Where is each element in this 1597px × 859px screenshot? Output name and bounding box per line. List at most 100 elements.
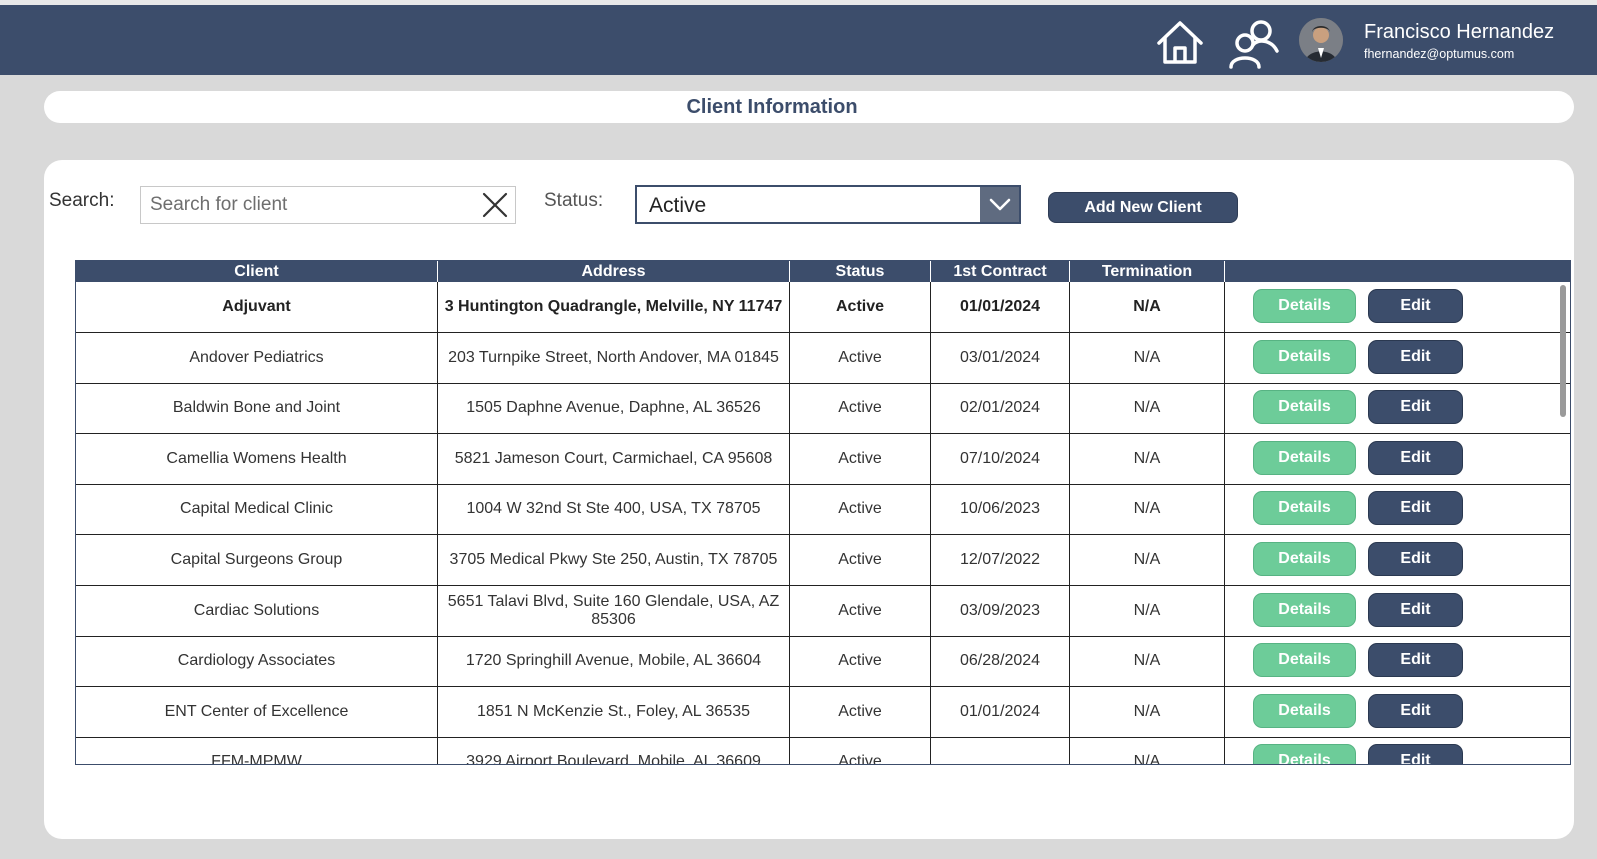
edit-button[interactable]: Edit <box>1368 491 1463 526</box>
cell-client: Capital Medical Clinic <box>76 484 438 535</box>
edit-button[interactable]: Edit <box>1368 440 1463 475</box>
cell-status: Active <box>790 383 931 434</box>
table-row[interactable]: Capital Surgeons Group 3705 Medical Pkwy … <box>76 535 1570 586</box>
cell-client: Adjuvant <box>76 282 438 332</box>
cell-1st-contract: 07/10/2024 <box>931 433 1070 484</box>
details-button[interactable]: Details <box>1253 693 1356 728</box>
table-row[interactable]: Baldwin Bone and Joint 1505 Daphne Avenue… <box>76 383 1570 435</box>
table-header: Client Address Status 1st Contract Termi… <box>76 261 1570 282</box>
table-row[interactable]: Capital Medical Clinic 1004 W 32nd St Ste… <box>76 484 1570 536</box>
cell-client: Cardiology Associates <box>76 636 438 687</box>
cell-1st-contract: 03/01/2024 <box>931 332 1070 383</box>
cell-status: Active <box>790 332 931 383</box>
cell-address: 203 Turnpike Street, North Andover, MA 0… <box>438 332 790 383</box>
table-row[interactable]: Adjuvant 3 Huntington Quadrangle, Melvill… <box>76 282 1570 333</box>
cell-1st-contract: 03/09/2023 <box>931 585 1070 636</box>
cell-termination: N/A <box>1070 383 1225 434</box>
table-row[interactable]: Cardiology Associates 1720 Springhill Ave… <box>76 636 1570 688</box>
cell-1st-contract: 10/06/2023 <box>931 484 1070 535</box>
close-icon[interactable] <box>481 191 509 224</box>
cell-1st-contract: 01/01/2024 <box>931 686 1070 737</box>
page-title: Client Information <box>686 96 858 118</box>
table-row[interactable]: Camellia Womens Health 5821 Jameson Court… <box>76 433 1570 485</box>
chevron-down-icon[interactable] <box>980 187 1019 222</box>
details-button[interactable]: Details <box>1253 491 1356 526</box>
cell-client: Camellia Womens Health <box>76 433 438 484</box>
edit-button[interactable]: Edit <box>1368 592 1463 627</box>
cell-client: ENT Center of Excellence <box>76 686 438 737</box>
search-label: Search: <box>49 190 115 211</box>
cell-status: Active <box>790 737 931 764</box>
edit-button[interactable]: Edit <box>1368 643 1463 678</box>
cell-status: Active <box>790 686 931 737</box>
cell-address: 1505 Daphne Avenue, Daphne, AL 36526 <box>438 383 790 434</box>
column-header-address[interactable]: Address <box>438 261 790 282</box>
cell-client: FFM-MPMW <box>76 737 438 764</box>
cell-termination: N/A <box>1070 535 1225 585</box>
table-row[interactable]: Andover Pediatrics 203 Turnpike Street, N… <box>76 332 1570 384</box>
cell-termination: N/A <box>1070 585 1225 636</box>
column-header-termination[interactable]: Termination <box>1070 261 1225 282</box>
status-dropdown[interactable]: Active <box>635 185 1021 224</box>
users-icon[interactable] <box>1227 19 1279 74</box>
cell-client: Cardiac Solutions <box>76 585 438 636</box>
cell-client: Capital Surgeons Group <box>76 535 438 585</box>
cell-address: 5821 Jameson Court, Carmichael, CA 95608 <box>438 433 790 484</box>
user-email: fhernandez@optumus.com <box>1364 47 1515 61</box>
cell-termination: N/A <box>1070 737 1225 764</box>
add-new-client-button[interactable]: Add New Client <box>1048 192 1238 223</box>
cell-1st-contract: 01/01/2024 <box>931 282 1070 332</box>
column-header-actions <box>1225 261 1570 282</box>
cell-1st-contract: 02/01/2024 <box>931 383 1070 434</box>
column-header-client[interactable]: Client <box>76 261 438 282</box>
cell-termination: N/A <box>1070 686 1225 737</box>
details-button[interactable]: Details <box>1253 289 1356 323</box>
cell-1st-contract <box>931 737 1070 764</box>
title-bar: Client Information <box>44 91 1574 123</box>
details-button[interactable]: Details <box>1253 744 1356 764</box>
table-row[interactable]: Cardiac Solutions 5651 Talavi Blvd, Suite… <box>76 585 1570 637</box>
search-box <box>140 186 516 224</box>
cell-address: 1851 N McKenzie St., Foley, AL 36535 <box>438 686 790 737</box>
cell-address: 3705 Medical Pkwy Ste 250, Austin, TX 78… <box>438 535 790 585</box>
avatar[interactable] <box>1299 18 1343 62</box>
cell-client: Baldwin Bone and Joint <box>76 383 438 434</box>
cell-address: 1004 W 32nd St Ste 400, USA, TX 78705 <box>438 484 790 535</box>
edit-button[interactable]: Edit <box>1368 542 1463 576</box>
cell-status: Active <box>790 636 931 687</box>
details-button[interactable]: Details <box>1253 592 1356 627</box>
column-header-status[interactable]: Status <box>790 261 931 282</box>
status-selected-value: Active <box>649 194 707 217</box>
search-input[interactable] <box>141 187 461 223</box>
cell-termination: N/A <box>1070 636 1225 687</box>
scrollbar-thumb[interactable] <box>1560 285 1566 417</box>
cell-status: Active <box>790 535 931 585</box>
details-button[interactable]: Details <box>1253 440 1356 475</box>
cell-address: 3929 Airport Boulevard, Mobile, AL 36609 <box>438 737 790 764</box>
cell-address: 5651 Talavi Blvd, Suite 160 Glendale, US… <box>438 585 790 636</box>
home-icon[interactable] <box>1155 19 1205 70</box>
edit-button[interactable]: Edit <box>1368 693 1463 728</box>
app-header: Francisco Hernandez fhernandez@optumus.c… <box>0 5 1597 75</box>
edit-button[interactable]: Edit <box>1368 339 1463 374</box>
details-button[interactable]: Details <box>1253 643 1356 678</box>
table-row[interactable]: FFM-MPMW 3929 Airport Boulevard, Mobile, … <box>76 737 1570 764</box>
column-header-1st-contract[interactable]: 1st Contract <box>931 261 1070 282</box>
cell-status: Active <box>790 282 931 332</box>
edit-button[interactable]: Edit <box>1368 289 1463 323</box>
cell-status: Active <box>790 484 931 535</box>
client-panel: Search: Status: Active Add New Client Cl… <box>44 160 1574 839</box>
cell-termination: N/A <box>1070 484 1225 535</box>
cell-client: Andover Pediatrics <box>76 332 438 383</box>
cell-1st-contract: 12/07/2022 <box>931 535 1070 585</box>
status-label: Status: <box>544 190 604 211</box>
details-button[interactable]: Details <box>1253 390 1356 425</box>
edit-button[interactable]: Edit <box>1368 744 1463 764</box>
cell-1st-contract: 06/28/2024 <box>931 636 1070 687</box>
details-button[interactable]: Details <box>1253 542 1356 576</box>
table-row[interactable]: ENT Center of Excellence 1851 N McKenzie … <box>76 686 1570 738</box>
cell-address: 1720 Springhill Avenue, Mobile, AL 36604 <box>438 636 790 687</box>
details-button[interactable]: Details <box>1253 339 1356 374</box>
edit-button[interactable]: Edit <box>1368 390 1463 425</box>
cell-status: Active <box>790 433 931 484</box>
